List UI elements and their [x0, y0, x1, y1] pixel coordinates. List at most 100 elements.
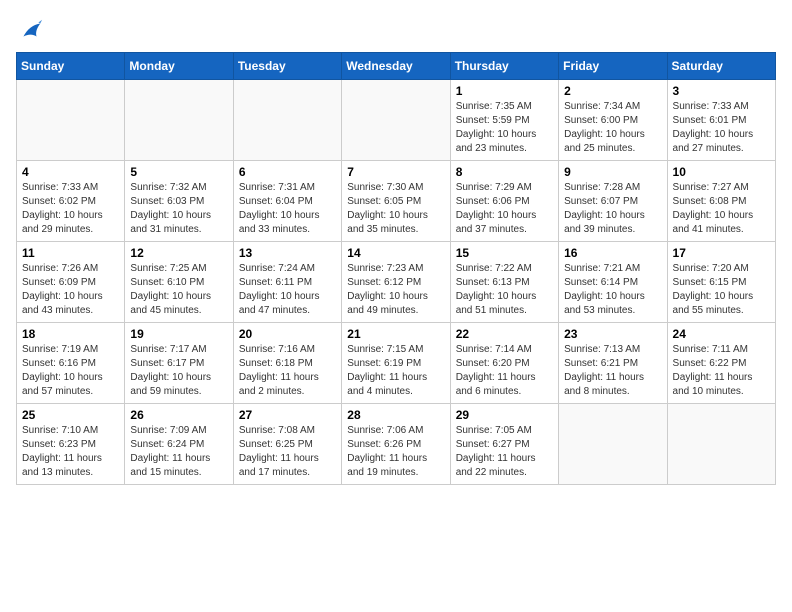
day-info: Sunrise: 7:13 AMSunset: 6:21 PMDaylight:… — [564, 343, 661, 399]
day-info: Sunrise: 7:10 AMSunset: 6:23 PMDaylight:… — [22, 424, 119, 480]
day-number: 10 — [673, 165, 770, 179]
day-info: Sunrise: 7:33 AMSunset: 6:01 PMDaylight:… — [673, 100, 770, 156]
calendar-cell: 1 Sunrise: 7:35 AMSunset: 5:59 PMDaylight… — [450, 80, 558, 161]
calendar-cell — [233, 80, 341, 161]
day-number: 9 — [564, 165, 661, 179]
calendar-cell — [559, 404, 667, 485]
day-number: 15 — [456, 246, 553, 260]
day-info: Sunrise: 7:19 AMSunset: 6:16 PMDaylight:… — [22, 343, 119, 399]
day-info: Sunrise: 7:21 AMSunset: 6:14 PMDaylight:… — [564, 262, 661, 318]
calendar-week-row: 18 Sunrise: 7:19 AMSunset: 6:16 PMDayligh… — [17, 323, 776, 404]
day-number: 1 — [456, 84, 553, 98]
calendar-cell: 7Sunrise: 7:30 AMSunset: 6:05 PMDaylight… — [342, 161, 450, 242]
weekday-header: Tuesday — [233, 53, 341, 80]
day-info: Sunrise: 7:27 AMSunset: 6:08 PMDaylight:… — [673, 181, 770, 237]
logo — [16, 16, 48, 44]
calendar-cell: 10 Sunrise: 7:27 AMSunset: 6:08 PMDayligh… — [667, 161, 775, 242]
day-number: 12 — [130, 246, 227, 260]
weekday-header: Sunday — [17, 53, 125, 80]
day-info: Sunrise: 7:23 AMSunset: 6:12 PMDaylight:… — [347, 262, 444, 318]
day-number: 2 — [564, 84, 661, 98]
day-number: 27 — [239, 408, 336, 422]
day-number: 6 — [239, 165, 336, 179]
calendar-cell: 19Sunrise: 7:17 AMSunset: 6:17 PMDayligh… — [125, 323, 233, 404]
calendar-cell: 25Sunrise: 7:10 AMSunset: 6:23 PMDayligh… — [17, 404, 125, 485]
day-number: 11 — [22, 246, 119, 260]
day-number: 22 — [456, 327, 553, 341]
day-number: 14 — [347, 246, 444, 260]
calendar-cell: 22 Sunrise: 7:14 AMSunset: 6:20 PMDayligh… — [450, 323, 558, 404]
calendar-cell: 9 Sunrise: 7:28 AMSunset: 6:07 PMDaylight… — [559, 161, 667, 242]
weekday-header: Thursday — [450, 53, 558, 80]
header — [16, 16, 776, 44]
day-info: Sunrise: 7:08 AMSunset: 6:25 PMDaylight:… — [239, 424, 336, 480]
day-number: 29 — [456, 408, 553, 422]
calendar-cell: 5 Sunrise: 7:32 AMSunset: 6:03 PMDaylight… — [125, 161, 233, 242]
calendar-cell: 26 Sunrise: 7:09 AMSunset: 6:24 PMDayligh… — [125, 404, 233, 485]
calendar-cell: 28Sunrise: 7:06 AMSunset: 6:26 PMDayligh… — [342, 404, 450, 485]
calendar-week-row: 4 Sunrise: 7:33 AMSunset: 6:02 PMDaylight… — [17, 161, 776, 242]
weekday-header: Wednesday — [342, 53, 450, 80]
day-number: 23 — [564, 327, 661, 341]
calendar-cell — [342, 80, 450, 161]
day-info: Sunrise: 7:20 AMSunset: 6:15 PMDaylight:… — [673, 262, 770, 318]
day-info: Sunrise: 7:33 AMSunset: 6:02 PMDaylight:… — [22, 181, 119, 237]
day-info: Sunrise: 7:15 AMSunset: 6:19 PMDaylight:… — [347, 343, 444, 399]
calendar-cell — [667, 404, 775, 485]
calendar-week-row: 25Sunrise: 7:10 AMSunset: 6:23 PMDayligh… — [17, 404, 776, 485]
day-number: 3 — [673, 84, 770, 98]
day-info: Sunrise: 7:29 AMSunset: 6:06 PMDaylight:… — [456, 181, 553, 237]
calendar-cell: 27 Sunrise: 7:08 AMSunset: 6:25 PMDayligh… — [233, 404, 341, 485]
day-info: Sunrise: 7:11 AMSunset: 6:22 PMDaylight:… — [673, 343, 770, 399]
calendar-cell: 29 Sunrise: 7:05 AMSunset: 6:27 PMDayligh… — [450, 404, 558, 485]
day-info: Sunrise: 7:25 AMSunset: 6:10 PMDaylight:… — [130, 262, 227, 318]
calendar-cell: 13 Sunrise: 7:24 AMSunset: 6:11 PMDayligh… — [233, 242, 341, 323]
calendar-table: SundayMondayTuesdayWednesdayThursdayFrid… — [16, 52, 776, 485]
day-info: Sunrise: 7:30 AMSunset: 6:05 PMDaylight:… — [347, 181, 444, 237]
day-number: 16 — [564, 246, 661, 260]
day-info: Sunrise: 7:26 AMSunset: 6:09 PMDaylight:… — [22, 262, 119, 318]
day-info: Sunrise: 7:16 AMSunset: 6:18 PMDaylight:… — [239, 343, 336, 399]
calendar-cell: 16 Sunrise: 7:21 AMSunset: 6:14 PMDayligh… — [559, 242, 667, 323]
calendar-cell: 8 Sunrise: 7:29 AMSunset: 6:06 PMDaylight… — [450, 161, 558, 242]
calendar-cell: 17 Sunrise: 7:20 AMSunset: 6:15 PMDayligh… — [667, 242, 775, 323]
calendar-header-row: SundayMondayTuesdayWednesdayThursdayFrid… — [17, 53, 776, 80]
calendar-week-row: 1 Sunrise: 7:35 AMSunset: 5:59 PMDaylight… — [17, 80, 776, 161]
day-number: 5 — [130, 165, 227, 179]
weekday-header: Friday — [559, 53, 667, 80]
calendar-cell: 3 Sunrise: 7:33 AMSunset: 6:01 PMDaylight… — [667, 80, 775, 161]
day-number: 26 — [130, 408, 227, 422]
day-info: Sunrise: 7:22 AMSunset: 6:13 PMDaylight:… — [456, 262, 553, 318]
day-number: 4 — [22, 165, 119, 179]
calendar-cell — [125, 80, 233, 161]
day-number: 8 — [456, 165, 553, 179]
calendar-cell: 6 Sunrise: 7:31 AMSunset: 6:04 PMDaylight… — [233, 161, 341, 242]
day-info: Sunrise: 7:28 AMSunset: 6:07 PMDaylight:… — [564, 181, 661, 237]
day-number: 21 — [347, 327, 444, 341]
day-info: Sunrise: 7:14 AMSunset: 6:20 PMDaylight:… — [456, 343, 553, 399]
day-info: Sunrise: 7:05 AMSunset: 6:27 PMDaylight:… — [456, 424, 553, 480]
calendar-cell: 18 Sunrise: 7:19 AMSunset: 6:16 PMDayligh… — [17, 323, 125, 404]
logo-icon — [16, 16, 44, 44]
calendar-cell — [17, 80, 125, 161]
calendar-cell: 24Sunrise: 7:11 AMSunset: 6:22 PMDayligh… — [667, 323, 775, 404]
calendar-cell: 23 Sunrise: 7:13 AMSunset: 6:21 PMDayligh… — [559, 323, 667, 404]
calendar-cell: 11 Sunrise: 7:26 AMSunset: 6:09 PMDayligh… — [17, 242, 125, 323]
day-info: Sunrise: 7:34 AMSunset: 6:00 PMDaylight:… — [564, 100, 661, 156]
calendar-cell: 2 Sunrise: 7:34 AMSunset: 6:00 PMDaylight… — [559, 80, 667, 161]
day-info: Sunrise: 7:31 AMSunset: 6:04 PMDaylight:… — [239, 181, 336, 237]
day-info: Sunrise: 7:24 AMSunset: 6:11 PMDaylight:… — [239, 262, 336, 318]
calendar-cell: 15 Sunrise: 7:22 AMSunset: 6:13 PMDayligh… — [450, 242, 558, 323]
day-info: Sunrise: 7:09 AMSunset: 6:24 PMDaylight:… — [130, 424, 227, 480]
day-info: Sunrise: 7:06 AMSunset: 6:26 PMDaylight:… — [347, 424, 444, 480]
calendar-week-row: 11 Sunrise: 7:26 AMSunset: 6:09 PMDayligh… — [17, 242, 776, 323]
day-number: 13 — [239, 246, 336, 260]
day-number: 18 — [22, 327, 119, 341]
day-info: Sunrise: 7:35 AMSunset: 5:59 PMDaylight:… — [456, 100, 553, 156]
calendar-cell: 14 Sunrise: 7:23 AMSunset: 6:12 PMDayligh… — [342, 242, 450, 323]
day-number: 19 — [130, 327, 227, 341]
day-info: Sunrise: 7:32 AMSunset: 6:03 PMDaylight:… — [130, 181, 227, 237]
day-number: 17 — [673, 246, 770, 260]
calendar-cell: 21 Sunrise: 7:15 AMSunset: 6:19 PMDayligh… — [342, 323, 450, 404]
day-number: 20 — [239, 327, 336, 341]
